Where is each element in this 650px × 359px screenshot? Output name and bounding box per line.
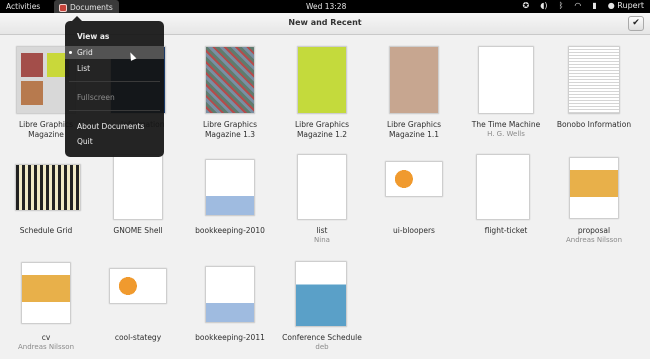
document-thumbnail <box>298 47 346 113</box>
document-item[interactable]: cool-stategy <box>92 257 184 357</box>
menu-item-label: Grid <box>77 48 93 57</box>
document-item[interactable]: flight-ticket <box>460 150 552 250</box>
document-thumbnail <box>570 158 618 218</box>
menu-item-label: Quit <box>77 137 93 146</box>
document-item[interactable]: Libre Graphics Magazine 1.3 <box>184 35 276 145</box>
document-author: deb <box>315 343 329 351</box>
menu-item-list[interactable]: List <box>65 62 164 75</box>
document-item[interactable]: ui-bloopers <box>368 150 460 250</box>
documents-app-icon <box>59 3 67 12</box>
document-item[interactable]: GNOME Shell <box>92 150 184 250</box>
document-title: proposal <box>577 226 611 235</box>
document-item[interactable]: Bonobo Information <box>548 35 640 145</box>
menu-item-label: About Documents <box>77 122 145 131</box>
document-item[interactable]: bookkeeping-2011 <box>184 257 276 357</box>
document-thumbnail <box>206 267 254 322</box>
document-thumbnail <box>477 155 529 219</box>
document-author: H. G. Wells <box>487 130 525 138</box>
user-name: Rupert <box>617 1 644 10</box>
document-thumbnail <box>386 162 442 196</box>
document-title: Bonobo Information <box>556 120 632 129</box>
document-item[interactable]: Libre Graphics Magazine 1.2 <box>276 35 368 145</box>
document-thumbnail <box>206 47 254 113</box>
document-author: Andreas Nilsson <box>18 343 74 351</box>
user-menu[interactable]: ● Rupert <box>608 1 644 10</box>
document-thumbnail <box>479 47 533 113</box>
document-title: The Time Machine <box>471 120 541 129</box>
document-thumbnail <box>298 155 346 219</box>
document-title: bookkeeping-2011 <box>195 333 265 342</box>
clock[interactable]: Wed 13:28 <box>306 2 346 11</box>
document-item[interactable]: bookkeeping-2010 <box>184 150 276 250</box>
document-title: Schedule Grid <box>19 226 73 235</box>
popover-arrow <box>72 16 82 21</box>
document-author: Nina <box>314 236 330 244</box>
document-title: Libre Graphics Magazine 1.2 <box>294 120 350 139</box>
document-title: bookkeeping-2010 <box>195 226 265 235</box>
document-item[interactable]: Libre Graphics Magazine 1.1 <box>368 35 460 145</box>
document-title: Conference Schedule <box>282 333 362 342</box>
menu-item-quit[interactable]: Quit <box>65 135 164 148</box>
document-thumbnail <box>206 160 254 215</box>
document-title: cv <box>41 333 51 342</box>
volume-icon[interactable]: ◖) <box>540 1 547 10</box>
radio-dot-icon <box>69 51 72 54</box>
menu-separator <box>69 110 160 111</box>
top-panel: Activities Documents Wed 13:28 ✪ ◖) ᛒ ◠ … <box>0 0 650 13</box>
document-thumbnail <box>22 263 70 323</box>
document-title: Libre Graphics Magazine 1.3 <box>202 120 258 139</box>
document-thumbnail <box>390 47 438 113</box>
app-menu-label: Documents <box>70 3 113 12</box>
document-item[interactable]: cv Andreas Nilsson <box>0 257 92 357</box>
view-as-heading: View as <box>77 32 110 41</box>
document-item[interactable]: proposal Andreas Nilsson <box>548 150 640 250</box>
document-title: GNOME Shell <box>113 226 163 235</box>
user-icon: ● <box>607 1 615 10</box>
selection-mode-button[interactable]: ✔ <box>628 16 644 31</box>
document-thumbnail <box>110 269 166 303</box>
wifi-icon[interactable]: ◠ <box>574 1 581 10</box>
document-title: ui-bloopers <box>393 226 435 235</box>
menu-item-label: Fullscreen <box>77 93 115 102</box>
app-menu-button[interactable]: Documents <box>54 0 119 13</box>
bluetooth-icon[interactable]: ᛒ <box>559 1 564 10</box>
document-item[interactable]: Schedule Grid <box>0 150 92 250</box>
menu-item-fullscreen[interactable]: Fullscreen <box>65 91 164 104</box>
menu-separator <box>69 81 160 82</box>
app-menu-popover: View as Grid List Fullscreen About Docum… <box>65 16 164 157</box>
document-title: Libre Graphics Magazine 1.1 <box>386 120 442 139</box>
document-title: flight-ticket <box>484 226 528 235</box>
document-thumbnail <box>296 262 346 326</box>
document-item[interactable]: list Nina <box>276 150 368 250</box>
document-title: cool-stategy <box>114 333 162 342</box>
document-author: Andreas Nilsson <box>566 236 622 244</box>
document-item[interactable]: Conference Schedule deb <box>276 257 368 357</box>
menu-item-grid[interactable]: Grid <box>65 46 164 59</box>
check-icon: ✔ <box>632 18 640 28</box>
document-thumbnail <box>114 155 162 219</box>
battery-icon[interactable]: ▮ <box>592 1 596 10</box>
document-thumbnail <box>569 47 619 113</box>
document-thumbnail <box>16 165 80 210</box>
document-title: list <box>316 226 328 235</box>
menu-item-about[interactable]: About Documents <box>65 120 164 133</box>
accessibility-icon[interactable]: ✪ <box>523 1 530 10</box>
status-area: ✪ ◖) ᛒ ◠ ▮ ● Rupert <box>523 1 644 10</box>
activities-button[interactable]: Activities <box>6 2 40 11</box>
document-item[interactable]: The Time Machine H. G. Wells <box>460 35 552 145</box>
menu-item-label: List <box>77 64 91 73</box>
